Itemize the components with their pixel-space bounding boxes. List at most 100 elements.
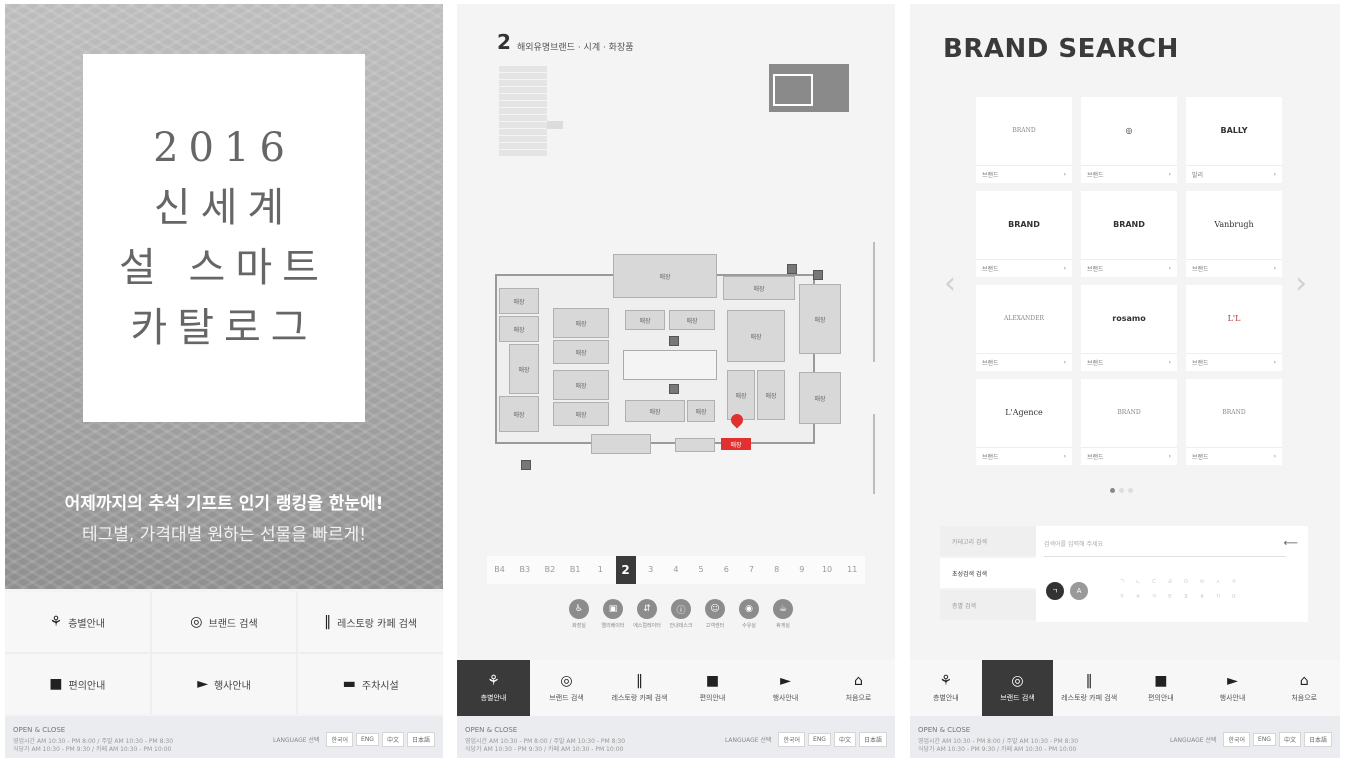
map-room[interactable]: 매장: [553, 308, 609, 338]
map-room[interactable]: 매장: [553, 402, 609, 426]
floor-button[interactable]: 11: [842, 556, 862, 584]
tab-floor-guide[interactable]: ⚘ 층별안내: [457, 660, 530, 716]
page-dot[interactable]: [1110, 488, 1115, 493]
map-room[interactable]: 매장: [499, 316, 539, 342]
map-room[interactable]: 매장: [499, 396, 539, 432]
floor-button[interactable]: 4: [666, 556, 686, 584]
initial-key[interactable]: ㅈ: [1114, 593, 1130, 600]
floor-button[interactable]: 9: [792, 556, 812, 584]
tab-brand-search[interactable]: ◎ 브랜드 검색: [530, 660, 603, 716]
map-room[interactable]: 매장: [727, 310, 785, 362]
brand-card[interactable]: BRAND 브랜드 ›: [976, 97, 1072, 183]
tab-restaurant-search[interactable]: ‖ 레스토랑 카페 검색: [603, 660, 676, 716]
map-room[interactable]: 매장: [799, 372, 841, 424]
floor-button[interactable]: B2: [540, 556, 560, 584]
search-mode-category[interactable]: 카테고리 검색: [940, 526, 1040, 556]
korean-keys-button[interactable]: ㄱ: [1046, 582, 1064, 600]
menu-restaurant-search[interactable]: ‖ 레스토랑 카페 검색: [298, 592, 443, 652]
brand-card[interactable]: Vanbrugh 브랜드 ›: [1186, 191, 1282, 277]
lang-japanese-button[interactable]: 日本語: [406, 732, 435, 747]
brand-card[interactable]: ◎ 브랜드 ›: [1081, 97, 1177, 183]
initial-key[interactable]: ㅋ: [1146, 593, 1162, 600]
tab-events[interactable]: ► 행사안내: [749, 660, 822, 716]
facility-item[interactable]: ⇵ 에스컬레이터: [633, 599, 661, 629]
map-room[interactable]: 매장: [625, 310, 665, 330]
lang-chinese-button[interactable]: 中文: [1278, 732, 1301, 747]
initial-key[interactable]: ㅇ: [1226, 578, 1242, 585]
facility-item[interactable]: ⓘ 안내데스크: [669, 599, 693, 629]
brand-card[interactable]: BALLY 발리 ›: [1186, 97, 1282, 183]
page-dot[interactable]: [1128, 488, 1133, 493]
search-input[interactable]: 검색어를 입력해 주세요: [1044, 534, 1286, 557]
tab-brand-search[interactable]: ◎ 브랜드 검색: [981, 660, 1054, 716]
brand-card[interactable]: BRAND 브랜드 ›: [976, 191, 1072, 277]
map-room[interactable]: 매장: [499, 288, 539, 314]
lang-korean-button[interactable]: 한국어: [1223, 732, 1251, 747]
map-room[interactable]: [675, 438, 715, 452]
lang-english-button[interactable]: ENG: [1253, 733, 1276, 746]
map-room[interactable]: 매장: [509, 344, 539, 394]
map-room[interactable]: 매장: [757, 370, 785, 420]
map-room[interactable]: 매장: [625, 400, 685, 422]
initial-key[interactable]: ㅌ: [1162, 593, 1178, 600]
initial-key[interactable]: ㄷ: [1146, 578, 1162, 585]
brand-card[interactable]: BRAND 브랜드 ›: [1081, 379, 1177, 465]
tab-convenience[interactable]: ■ 편의안내: [676, 660, 749, 716]
lang-english-button[interactable]: ENG: [808, 733, 831, 746]
facility-item[interactable]: ♿ 화장실: [567, 599, 591, 629]
lang-english-button[interactable]: ENG: [356, 733, 379, 746]
page-dot[interactable]: [1119, 488, 1124, 493]
floor-button[interactable]: 3: [641, 556, 661, 584]
initial-key[interactable]: ㄱ: [1114, 578, 1130, 585]
cover-banner[interactable]: 2016 신세계 설 스마트 카탈로그 어제까지의 추석 기프트 인기 랭킹을 …: [5, 4, 443, 589]
lang-japanese-button[interactable]: 日本語: [858, 732, 887, 747]
brand-card[interactable]: rosamo 브랜드 ›: [1081, 285, 1177, 371]
initial-key[interactable]: ㄹ: [1162, 578, 1178, 585]
lang-korean-button[interactable]: 한국어: [778, 732, 806, 747]
search-go-icon[interactable]: ⟵: [1284, 538, 1298, 549]
floor-button[interactable]: B3: [515, 556, 535, 584]
map-room[interactable]: 매장: [669, 310, 715, 330]
english-keys-button[interactable]: A: [1070, 582, 1088, 600]
lang-korean-button[interactable]: 한국어: [326, 732, 354, 747]
map-room[interactable]: 매장: [553, 340, 609, 364]
next-page-icon[interactable]: ›: [1295, 266, 1307, 301]
map-room[interactable]: 매장: [613, 254, 717, 298]
tab-floor-guide[interactable]: ⚘ 층별안내: [910, 660, 982, 716]
initial-key[interactable]: ㅂ: [1194, 578, 1210, 585]
facility-item[interactable]: ◉ 수유실: [737, 599, 761, 629]
initial-key[interactable]: ㄲ: [1210, 593, 1226, 600]
initial-key[interactable]: ㅊ: [1130, 593, 1146, 600]
facility-item[interactable]: ☺ 고객센터: [703, 599, 727, 629]
map-room[interactable]: 매장: [687, 400, 715, 422]
floor-button[interactable]: 8: [767, 556, 787, 584]
brand-card[interactable]: ALEXANDER 브랜드 ›: [976, 285, 1072, 371]
tab-convenience[interactable]: ■ 편의안내: [1125, 660, 1197, 716]
tab-restaurant-search[interactable]: ‖ 레스토랑 카페 검색: [1053, 660, 1125, 716]
floor-button[interactable]: 2: [615, 556, 636, 584]
menu-parking[interactable]: ▬ 주차시설: [298, 654, 443, 714]
floor-button[interactable]: 7: [741, 556, 761, 584]
search-mode-initial[interactable]: 초성검색 검색: [940, 558, 1040, 588]
initial-key[interactable]: ㅅ: [1210, 578, 1226, 585]
tab-home[interactable]: ⌂ 처음으로: [1268, 660, 1340, 716]
initial-key[interactable]: ㅎ: [1194, 593, 1210, 600]
brand-card[interactable]: L'Agence 브랜드 ›: [976, 379, 1072, 465]
map-room[interactable]: 매장: [727, 370, 755, 420]
initial-key[interactable]: ㅁ: [1178, 578, 1194, 585]
floor-button[interactable]: 10: [817, 556, 837, 584]
floor-button[interactable]: 5: [691, 556, 711, 584]
prev-page-icon[interactable]: ‹: [944, 266, 956, 301]
map-room[interactable]: 매장: [723, 276, 795, 300]
floor-button[interactable]: 6: [716, 556, 736, 584]
highlighted-store[interactable]: 매장: [721, 438, 751, 450]
brand-card[interactable]: BRAND 브랜드 ›: [1186, 379, 1282, 465]
tab-events[interactable]: ► 행사안내: [1197, 660, 1269, 716]
initial-key[interactable]: ㄴ: [1130, 578, 1146, 585]
floor-legend-list[interactable]: [499, 66, 547, 156]
menu-events[interactable]: ► 행사안내: [151, 654, 297, 714]
initial-key[interactable]: ㅍ: [1178, 593, 1194, 600]
floor-button[interactable]: B1: [565, 556, 585, 584]
floor-button[interactable]: B4: [490, 556, 510, 584]
facility-item[interactable]: ☕ 휴게실: [771, 599, 795, 629]
